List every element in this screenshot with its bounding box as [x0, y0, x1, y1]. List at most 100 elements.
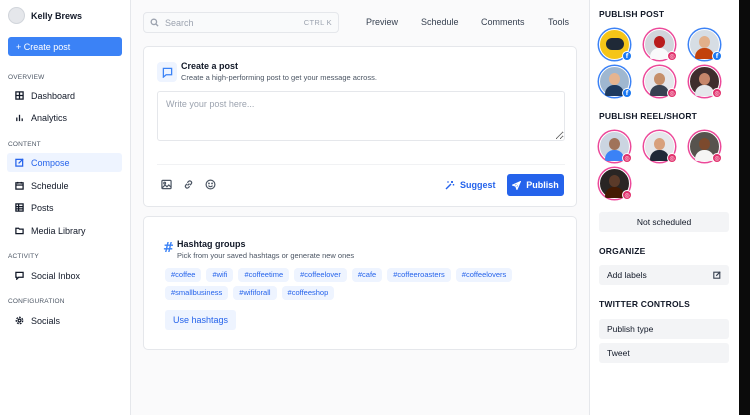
hashtag-chip[interactable]: #coffeetime	[238, 268, 290, 282]
account-avatar[interactable]: ◎	[644, 131, 677, 163]
avatar	[8, 7, 25, 24]
account-avatar[interactable]: ◎	[644, 29, 677, 61]
sidebar-item-label: Analytics	[31, 112, 68, 123]
account-avatar[interactable]: ◎	[599, 168, 632, 200]
account-avatar[interactable]: f	[689, 29, 722, 61]
add-labels-label: Add labels	[607, 270, 647, 280]
hashtag-chip[interactable]: #coffeelovers	[455, 268, 513, 282]
calendar-icon	[15, 181, 24, 190]
table-icon	[15, 203, 24, 212]
search-shortcut: CTRL K	[303, 18, 332, 27]
publish-type-select[interactable]: Publish type	[599, 319, 729, 339]
facebook-icon: f	[622, 88, 632, 98]
create-post-button[interactable]: + Create post	[8, 37, 122, 56]
tab-tools[interactable]: Tools	[548, 17, 569, 27]
user-name: Kelly Brews	[31, 10, 83, 21]
instagram-icon: ◎	[622, 190, 632, 200]
search-icon	[150, 18, 159, 27]
hashtag-chip-list: #coffee #wifi #coffeetime #coffeelover #…	[165, 268, 565, 300]
tab-schedule[interactable]: Schedule	[421, 17, 459, 27]
bar-chart-icon	[16, 114, 23, 122]
grid-icon	[15, 91, 24, 100]
sidebar-item-posts[interactable]: Posts	[7, 198, 122, 217]
folder-icon	[15, 227, 24, 235]
hashtag-chip[interactable]: #wifi	[206, 268, 234, 282]
instagram-icon: ◎	[667, 153, 677, 163]
post-composer-card: Create a post Create a high-performing p…	[143, 46, 577, 207]
hashtag-groups-card: # Hashtag groups Pick from your saved ha…	[143, 216, 577, 350]
hashtag-subtitle: Pick from your saved hashtags or generat…	[177, 251, 355, 260]
hashtag-chip[interactable]: #coffeeshop	[281, 286, 335, 300]
schedule-status-button[interactable]: Not scheduled	[599, 212, 729, 232]
suggest-label: Suggest	[460, 180, 496, 190]
send-icon	[512, 180, 522, 190]
publish-button[interactable]: Publish	[507, 174, 564, 196]
instagram-icon: ◎	[667, 88, 677, 98]
account-avatar[interactable]: ◎	[599, 131, 632, 163]
post-textarea[interactable]	[157, 91, 565, 141]
hashtag-chip[interactable]: #wififorall	[233, 286, 277, 300]
search-input[interactable]	[165, 17, 285, 28]
sidebar-item-social-inbox[interactable]: Social Inbox	[7, 266, 122, 285]
emoji-icon[interactable]	[205, 179, 217, 191]
section-label-content: CONTENT	[8, 141, 41, 148]
account-avatar[interactable]: ◎	[644, 66, 677, 98]
hashtag-chip[interactable]: #cafe	[351, 268, 383, 282]
sidebar-item-label: Socials	[31, 315, 61, 326]
publish-reel-title: PUBLISH REEL/SHORT	[599, 111, 698, 121]
hashtag-chip[interactable]: #smallbusiness	[165, 286, 229, 300]
organize-title: ORGANIZE	[599, 246, 646, 256]
account-avatar[interactable]: f	[599, 29, 632, 61]
message-square-icon	[157, 62, 177, 82]
sidebar-item-label: Social Inbox	[31, 270, 81, 281]
section-label-activity: ACTIVITY	[8, 253, 39, 260]
section-label-configuration: CONFIGURATION	[8, 298, 65, 305]
account-avatar[interactable]: ◎	[689, 66, 722, 98]
link-icon[interactable]	[183, 179, 195, 191]
magic-wand-icon	[445, 181, 455, 190]
use-hashtags-button[interactable]: Use hashtags	[165, 310, 237, 330]
tab-preview[interactable]: Preview	[366, 17, 398, 27]
edit-icon	[15, 158, 24, 167]
instagram-icon: ◎	[712, 88, 722, 98]
divider	[157, 164, 565, 165]
sidebar-item-schedule[interactable]: Schedule	[7, 176, 122, 195]
hashtag-chip[interactable]: #coffee	[165, 268, 202, 282]
sidebar-item-label: Dashboard	[31, 90, 76, 101]
composer-subtitle: Create a high-performing post to get you…	[181, 73, 377, 82]
hashtag-chip[interactable]: #coffeelover	[294, 268, 347, 282]
section-label-overview: OVERVIEW	[8, 74, 45, 81]
hashtag-chip[interactable]: #coffeeroasters	[387, 268, 451, 282]
facebook-icon: f	[622, 51, 632, 61]
sidebar-item-media-library[interactable]: Media Library	[7, 221, 122, 240]
user-switcher[interactable]: Kelly Brews	[8, 7, 82, 24]
instagram-icon: ◎	[712, 153, 722, 163]
account-avatar[interactable]: f	[599, 66, 632, 98]
sidebar-item-analytics[interactable]: Analytics	[7, 108, 122, 127]
tweet-option[interactable]: Tweet	[599, 343, 729, 363]
suggest-button[interactable]: Suggest	[445, 176, 496, 194]
tab-comments[interactable]: Comments	[481, 17, 525, 27]
hashtag-title: Hashtag groups	[177, 239, 246, 249]
search-box[interactable]: CTRL K	[143, 12, 339, 33]
sidebar-item-label: Schedule	[31, 180, 69, 191]
image-icon[interactable]	[161, 179, 173, 191]
sidebar-item-label: Posts	[31, 202, 54, 213]
add-labels-button[interactable]: Add labels	[599, 265, 729, 285]
sidebar-item-label: Media Library	[31, 225, 86, 236]
instagram-icon: ◎	[667, 51, 677, 61]
publish-post-title: PUBLISH POST	[599, 9, 665, 19]
edit-icon	[713, 271, 721, 279]
sidebar-item-compose[interactable]: Compose	[7, 153, 122, 172]
sidebar: Kelly Brews + Create post OVERVIEW Dashb…	[0, 0, 131, 415]
account-avatar[interactable]: ◎	[689, 131, 722, 163]
publish-settings-panel: PUBLISH POST f ◎ f f ◎ ◎ PUBLISH REEL/SH…	[589, 0, 739, 415]
hash-icon: #	[163, 241, 174, 256]
sidebar-item-dashboard[interactable]: Dashboard	[7, 86, 122, 105]
publish-label: Publish	[526, 180, 559, 190]
twitter-controls-title: TWITTER CONTROLS	[599, 299, 691, 309]
sidebar-item-socials[interactable]: Socials	[7, 311, 122, 330]
instagram-icon: ◎	[622, 153, 632, 163]
window-edge	[739, 0, 750, 415]
message-icon	[15, 271, 24, 280]
